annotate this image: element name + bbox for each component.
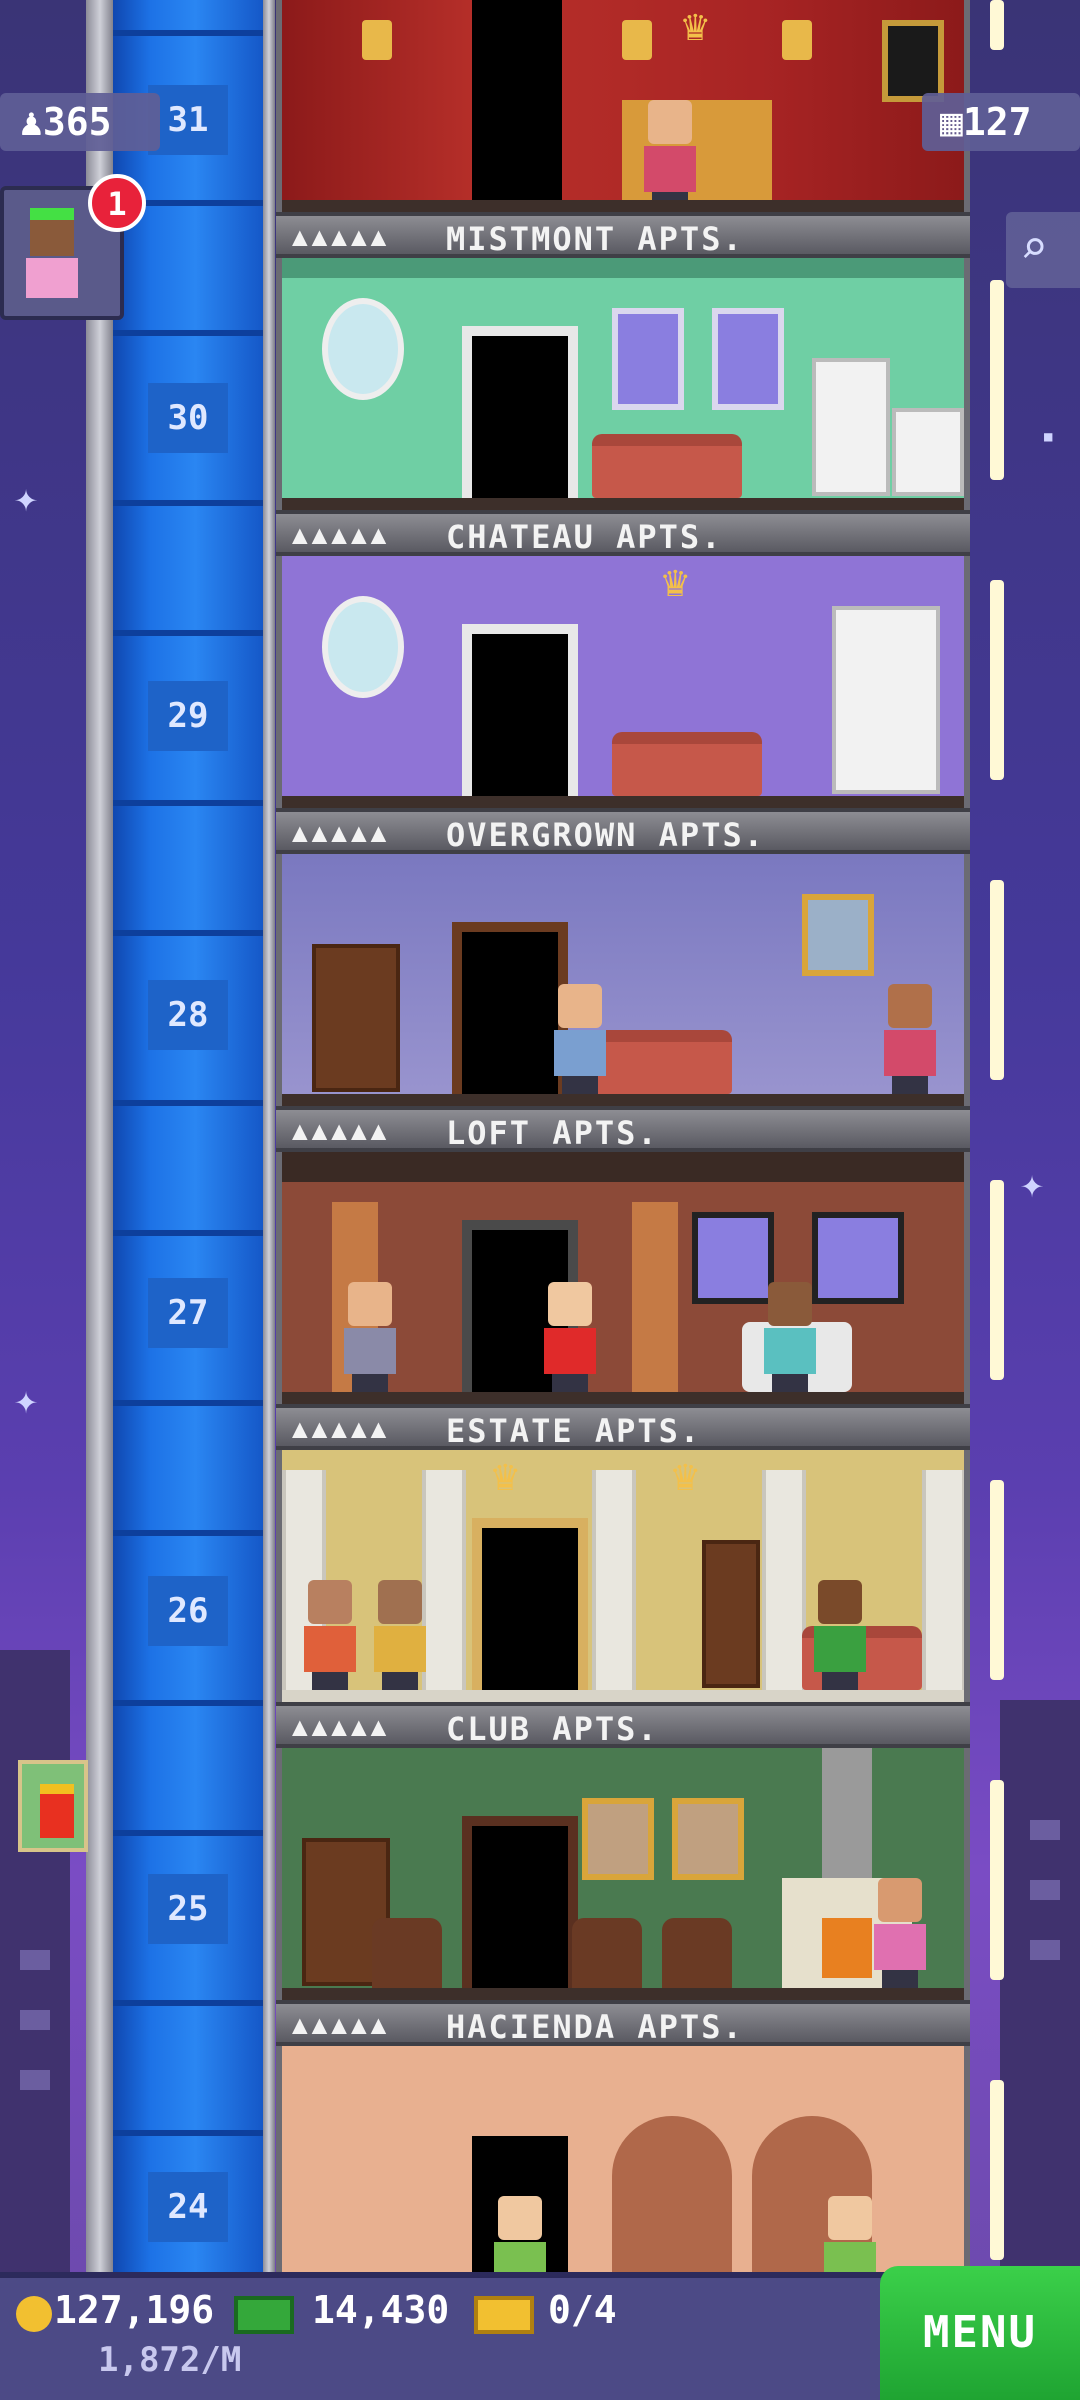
floor-number: 29 (148, 681, 228, 751)
person-icon: ♟ (20, 100, 43, 144)
floor-label-bar[interactable]: ▲▲▲▲▲ CLUB APTS. (276, 1702, 970, 1748)
floor-name: CHATEAU APTS. (446, 518, 723, 556)
resident[interactable] (372, 1580, 428, 1690)
resident[interactable] (552, 984, 608, 1094)
floor-label-bar[interactable]: ▲▲▲▲▲ ESTATE APTS. (276, 1404, 970, 1450)
coin-count: 127,196 (54, 2288, 215, 2332)
resident[interactable] (542, 1282, 598, 1392)
floor-label-bar[interactable]: ▲▲▲▲▲ HACIENDA APTS. (276, 2000, 970, 2046)
floor-number: 31 (148, 85, 228, 155)
floor-26[interactable]: ♛ ♛ (282, 1450, 964, 1702)
resident[interactable] (872, 1878, 928, 1988)
floor-28[interactable] (282, 854, 964, 1106)
floor-number: 24 (148, 2172, 228, 2242)
star: ✦ (1020, 1161, 1045, 1207)
promo-item[interactable] (18, 1760, 88, 1852)
floor-name: CLUB APTS. (446, 1710, 659, 1748)
resident[interactable] (822, 2196, 878, 2272)
fries-icon (40, 1784, 74, 1838)
bux-count: 14,430 (312, 2288, 450, 2332)
floor-name: MISTMONT APTS. (446, 220, 744, 258)
floor-name: HACIENDA APTS. (446, 2008, 744, 2046)
resident[interactable] (492, 2196, 548, 2272)
building-icon: ▦ (940, 100, 963, 144)
floor-number: 27 (148, 1278, 228, 1348)
floor-25[interactable] (282, 1748, 964, 2000)
notification-badge[interactable]: 1 (88, 174, 146, 232)
ticket-icon (474, 2296, 534, 2334)
search-button[interactable]: ⌕ (1006, 212, 1080, 288)
floor-24[interactable] (282, 2046, 964, 2272)
population-counter[interactable]: ♟365 (0, 93, 160, 151)
floor-label-bar[interactable]: ▲▲▲▲▲ LOFT APTS. (276, 1106, 970, 1152)
ticket-count: 0/4 (548, 2288, 617, 2332)
floor-number: 28 (148, 980, 228, 1050)
resident[interactable] (642, 100, 698, 210)
tower: ♛ ▲▲▲▲▲ MISTMONT APTS. ▲▲▲▲▲ CHATEAU APT… (276, 0, 970, 2272)
floor-name: OVERGROWN APTS. (446, 816, 765, 854)
star: ■ (1044, 429, 1053, 445)
menu-button[interactable]: MENU (880, 2266, 1080, 2400)
floor-number: 26 (148, 1576, 228, 1646)
resident[interactable] (342, 1282, 398, 1392)
elevator-rail-left (86, 0, 114, 2272)
resident[interactable] (762, 1282, 818, 1392)
floor-label-bar[interactable]: ▲▲▲▲▲ MISTMONT APTS. (276, 212, 970, 258)
star: ✦ (14, 475, 39, 521)
elevator-rail-right (263, 0, 275, 2272)
floor-29[interactable]: ♛ (282, 556, 964, 808)
floor-30[interactable] (282, 258, 964, 510)
coin-icon (16, 2296, 52, 2332)
floor-name: ESTATE APTS. (446, 1412, 702, 1450)
star: ✦ (14, 1377, 39, 1423)
floor-counter[interactable]: ▦127 (922, 93, 1080, 151)
resident[interactable] (302, 1580, 358, 1690)
income-rate: 1,872/M (98, 2340, 242, 2380)
floor-31[interactable]: ♛ (282, 0, 964, 212)
floor-label-bar[interactable]: ▲▲▲▲▲ OVERGROWN APTS. (276, 808, 970, 854)
bux-icon (234, 2296, 294, 2334)
resident[interactable] (882, 984, 938, 1094)
city-building (1000, 1700, 1080, 2272)
floor-name: LOFT APTS. (446, 1114, 659, 1152)
floor-number: 25 (148, 1874, 228, 1944)
search-icon: ⌕ (1020, 220, 1048, 274)
floor-27[interactable] (282, 1152, 964, 1404)
visitor-avatar (26, 208, 78, 298)
resident[interactable] (812, 1580, 868, 1690)
floor-number: 30 (148, 383, 228, 453)
floor-label-bar[interactable]: ▲▲▲▲▲ CHATEAU APTS. (276, 510, 970, 556)
